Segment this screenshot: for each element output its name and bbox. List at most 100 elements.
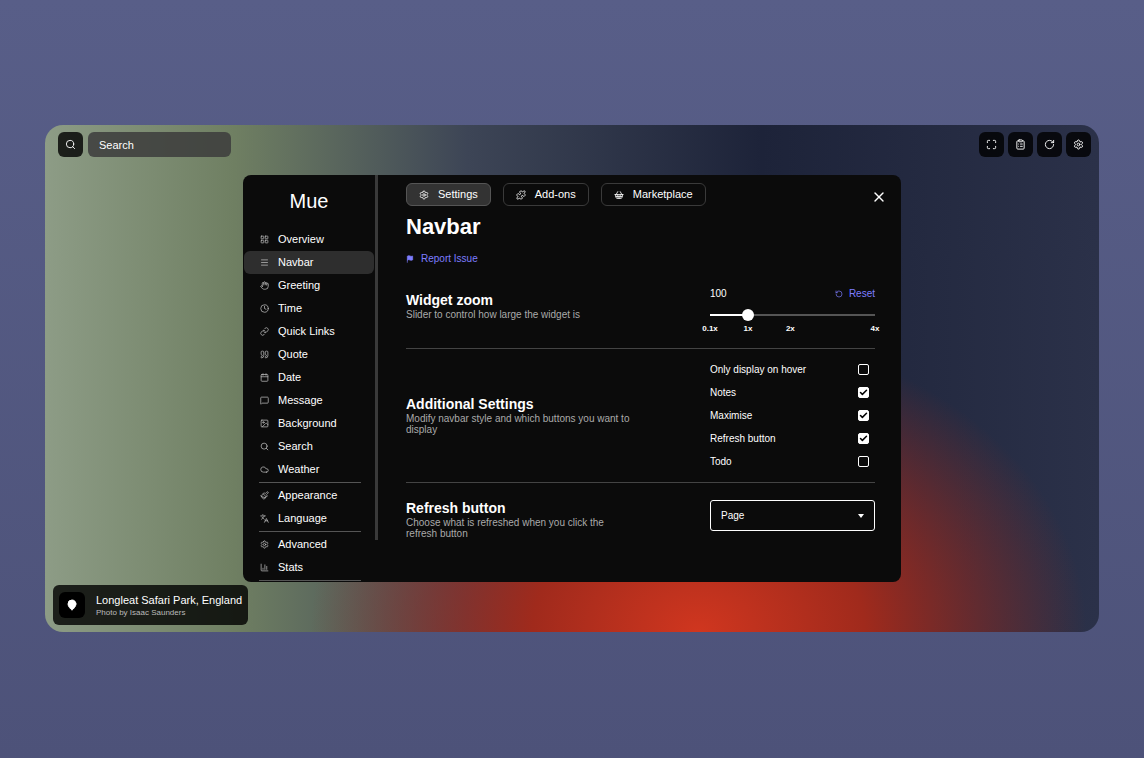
sidebar-item-icon — [260, 419, 269, 428]
content: Settings Add-ons Marketplace Navbar Report I… — [378, 175, 901, 582]
tab-icon — [614, 190, 624, 200]
sidebar-item-icon — [260, 514, 269, 523]
sidebar-divider — [259, 482, 361, 483]
sidebar-item[interactable]: Date — [244, 366, 374, 389]
sidebar-item-icon — [260, 304, 269, 313]
sidebar-item-icon — [260, 491, 269, 500]
flag-icon — [406, 255, 414, 263]
section-title: Refresh button — [406, 500, 636, 517]
checkbox[interactable] — [858, 410, 869, 421]
settings-modal: MueOverviewNavbarGreetingTimeQuick Links… — [243, 175, 901, 582]
reset-icon — [835, 290, 843, 298]
check-icon — [859, 388, 868, 397]
location-title: Longleat Safari Park, England — [96, 593, 242, 607]
slider-tick: 1x — [744, 323, 753, 335]
tab-icon — [516, 190, 526, 200]
slider-thumb[interactable] — [742, 309, 754, 321]
new-tab-frame: MueOverviewNavbarGreetingTimeQuick Links… — [45, 125, 1099, 632]
sidebar-item[interactable]: Navbar — [244, 251, 374, 274]
slider-tick: 4x — [871, 323, 880, 335]
tabs: Settings Add-ons Marketplace — [406, 183, 706, 206]
sidebar-item-icon — [260, 563, 269, 572]
sidebar-title: Mue — [243, 175, 375, 228]
search-button[interactable] — [58, 132, 83, 157]
sidebar-item[interactable]: Greeting — [244, 274, 374, 297]
tab[interactable]: Add-ons — [503, 183, 589, 206]
search-field[interactable] — [88, 132, 231, 157]
tab[interactable]: Marketplace — [601, 183, 706, 206]
sidebar-item[interactable]: Message — [244, 389, 374, 412]
check-icon — [859, 434, 868, 443]
sidebar-item-icon — [260, 235, 269, 244]
sidebar-item[interactable]: Weather — [244, 458, 374, 481]
sidebar-item[interactable]: Time — [244, 297, 374, 320]
navbar-button[interactable] — [979, 132, 1004, 157]
report-issue-link[interactable]: Report Issue — [406, 251, 875, 266]
refresh-button-section: Refresh buttonChoose what is refreshed w… — [406, 483, 875, 539]
settings-icon — [1073, 139, 1084, 150]
checkbox-row[interactable]: Only display on hover — [710, 358, 875, 381]
sidebar-item[interactable]: Language — [244, 507, 374, 530]
sidebar-item[interactable]: Overview — [244, 228, 374, 251]
sidebar-item-icon — [260, 540, 269, 549]
close-button[interactable] — [871, 189, 887, 205]
reset-button[interactable]: Reset — [835, 286, 875, 301]
zoom-value: 100 — [710, 286, 727, 301]
navbar-button[interactable] — [1008, 132, 1033, 157]
tab-icon — [419, 190, 429, 200]
section-description: Choose what is refreshed when you click … — [406, 517, 636, 539]
sidebar-item-icon — [260, 465, 269, 474]
location-card: Longleat Safari Park, EnglandPhoto by Is… — [53, 585, 248, 625]
sidebar-item[interactable]: Appearance — [244, 484, 374, 507]
sidebar-item-icon — [260, 258, 269, 267]
section-description: Slider to control how large the widget i… — [406, 309, 580, 320]
refresh-select[interactable]: Page — [710, 500, 875, 531]
checkbox[interactable] — [858, 456, 869, 467]
sidebar-item[interactable]: Stats — [244, 556, 374, 579]
navbar-button[interactable] — [1066, 132, 1091, 157]
widget-zoom-section: Widget zoomSlider to control how large t… — [406, 286, 875, 335]
sidebar-item[interactable]: Advanced — [244, 533, 374, 556]
section-description: Modify navbar style and which buttons yo… — [406, 413, 636, 435]
checkbox-row[interactable]: Maximise — [710, 404, 875, 427]
section-title: Additional Settings — [406, 396, 636, 413]
notes-icon — [1015, 139, 1026, 150]
tab[interactable]: Settings — [406, 183, 491, 206]
checkbox[interactable] — [858, 364, 869, 375]
top-bar — [45, 125, 1099, 157]
checkbox[interactable] — [858, 433, 869, 444]
location-pin-icon — [66, 599, 78, 611]
refresh-icon — [1044, 139, 1055, 150]
page-title: Navbar — [406, 213, 875, 241]
close-icon — [871, 189, 887, 205]
sidebar-item[interactable]: Search — [244, 435, 374, 458]
maximise-icon — [986, 139, 997, 150]
zoom-slider-group: 100Reset0.1x1x2x4x — [710, 286, 875, 335]
additional-settings-section: Additional SettingsModify navbar style a… — [406, 349, 875, 482]
sidebar-item-icon — [260, 327, 269, 336]
section-title: Widget zoom — [406, 292, 580, 309]
dropdown-arrow-icon — [858, 514, 864, 518]
sidebar-item[interactable]: Quick Links — [244, 320, 374, 343]
checkbox-row[interactable]: Notes — [710, 381, 875, 404]
search-icon — [65, 139, 76, 150]
search-bar — [58, 132, 231, 157]
sidebar-item-icon — [260, 281, 269, 290]
photo-credit: Photo by Isaac Saunders — [96, 607, 242, 618]
page: MueOverviewNavbarGreetingTimeQuick Links… — [0, 0, 1144, 758]
sidebar-item[interactable]: Quote — [244, 343, 374, 366]
sidebar-scrollbar[interactable] — [375, 175, 378, 540]
checkbox-row[interactable]: Refresh button — [710, 427, 875, 450]
navbar-button[interactable] — [1037, 132, 1062, 157]
checkbox-row[interactable]: Todo — [710, 450, 875, 473]
divider — [406, 348, 875, 349]
sidebar-item[interactable]: Background — [244, 412, 374, 435]
sidebar-item-icon — [260, 396, 269, 405]
divider — [406, 482, 875, 483]
sidebar-item-icon — [260, 373, 269, 382]
zoom-slider[interactable] — [710, 307, 875, 323]
sidebar-item-icon — [260, 442, 269, 451]
checkbox[interactable] — [858, 387, 869, 398]
sidebar-divider — [259, 531, 361, 532]
navbar-buttons — [979, 132, 1091, 157]
